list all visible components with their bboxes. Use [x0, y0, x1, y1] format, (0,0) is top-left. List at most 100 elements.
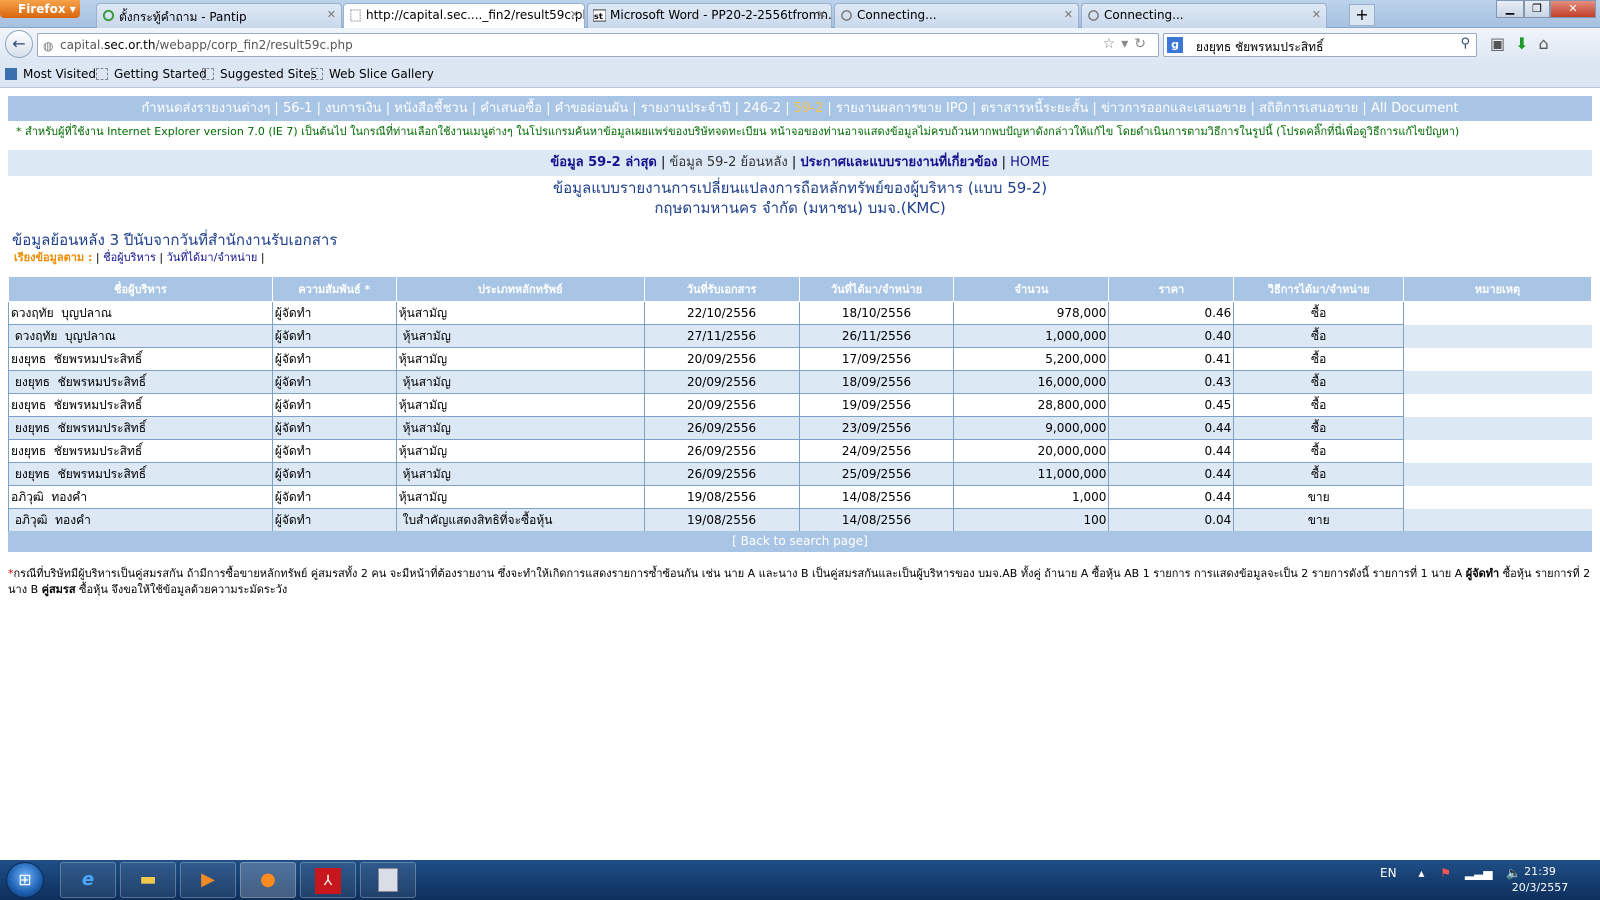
link-home[interactable]: HOME [1010, 155, 1049, 170]
cell-amount: 100 [953, 508, 1110, 532]
search-icon[interactable]: ⚲ [1460, 36, 1470, 51]
col-header-received[interactable]: วันที่รับเอกสาร [643, 276, 800, 302]
cell-amount: 1,000 [953, 485, 1110, 509]
clock-date: 20/3/2557 [1511, 881, 1569, 894]
top-menu-item[interactable]: ตราสารหนี้ระยะสั้น [981, 101, 1089, 116]
top-menu-item[interactable]: งบการเงิน [325, 101, 381, 116]
cell-method: ซื้อ [1233, 393, 1405, 417]
cell-amount: 9,000,000 [953, 416, 1110, 440]
cell-traded: 18/10/2556 [798, 301, 955, 325]
page-title-company: กฤษดามหานคร จำกัด (มหาชน) บมจ.(KMC) [654, 199, 946, 217]
search-engine-icon[interactable]: g [1167, 37, 1183, 53]
bookmark-suggested-sites[interactable]: Suggested Sites [202, 67, 317, 81]
col-header-amount[interactable]: จำนวน [953, 276, 1110, 302]
tab-word-doc[interactable]: st Microsoft Word - PP20-2-2556tfromn...… [587, 3, 832, 28]
action-center-icon[interactable]: ⚑ [1440, 866, 1451, 880]
taskbar-clock[interactable]: 21:39 20/3/2557 [1510, 864, 1570, 896]
bookmark-most-visited[interactable]: Most Visited [5, 67, 96, 81]
top-menu-item[interactable]: หนังสือชี้ชวน [394, 101, 467, 116]
address-bar[interactable]: ◍ capital.sec.or.th/webapp/corp_fin2/res… [37, 33, 1159, 57]
table-header-row: ชื่อผู้บริหาร ความสัมพันธ์ * ประเภทหลักท… [8, 276, 1592, 302]
close-icon[interactable]: ✕ [1312, 8, 1321, 21]
footnote-text-a: กรณีที่บริษัทมีผู้บริหารเป็นคู่สมรสกัน ถ… [13, 567, 1466, 580]
start-button[interactable]: ⊞ [6, 862, 44, 898]
cell-price: 0.40 [1108, 324, 1235, 348]
taskbar-acrobat[interactable]: ⅄ [300, 862, 356, 898]
col-header-name[interactable]: ชื่อผู้บริหาร [8, 276, 273, 302]
cell-price: 0.41 [1108, 347, 1235, 371]
network-icon[interactable]: ▂▃▅ [1465, 866, 1493, 880]
minimize-button[interactable]: ▁ [1496, 0, 1524, 18]
close-icon[interactable]: ✕ [1064, 8, 1073, 21]
top-menu-item[interactable]: สถิติการเสนอขาย [1259, 101, 1358, 116]
firefox-menu-button[interactable]: Firefox ▾ [0, 0, 80, 18]
top-menu-item[interactable]: คำเสนอซื้อ [480, 101, 542, 116]
close-icon[interactable]: ✕ [327, 8, 336, 21]
top-menu-item[interactable]: กำหนดส่งรายงานต่างๆ [141, 101, 270, 116]
addon-icon[interactable]: ▣ [1490, 34, 1515, 53]
col-header-type[interactable]: ประเภทหลักทรัพย์ [395, 276, 645, 302]
menu-separator: | [781, 101, 794, 116]
cell-relation: ผู้จัดทำ [271, 324, 397, 348]
close-window-button[interactable]: ✕ [1550, 0, 1596, 18]
back-button[interactable]: ← [5, 30, 33, 58]
col-header-method[interactable]: วิธีการได้มา/จำหน่าย [1233, 276, 1405, 302]
language-indicator[interactable]: EN [1380, 866, 1397, 880]
top-menu-item[interactable]: ข่าวการออกและเสนอขาย [1101, 101, 1246, 116]
top-menu-item[interactable]: 56-1 [283, 101, 313, 116]
taskbar-firefox[interactable]: ● [240, 862, 296, 898]
tab-result59c[interactable]: http://capital.sec...._fin2/result59c.ph… [343, 3, 585, 29]
bookmark-star-icon[interactable]: ☆ [1103, 36, 1122, 52]
cell-remark [1403, 462, 1592, 486]
top-menu-item[interactable]: รายงานประจำปี [641, 101, 731, 116]
tab-connecting-2[interactable]: Connecting... ✕ [1081, 3, 1327, 28]
tab-connecting-1[interactable]: Connecting... ✕ [834, 3, 1079, 28]
bookmark-web-slice-gallery[interactable]: Web Slice Gallery [311, 67, 434, 81]
col-header-traded[interactable]: วันที่ได้มา/จำหน่าย [798, 276, 955, 302]
top-menu-item[interactable]: 59-2 [794, 101, 824, 116]
cell-type: หุ้นสามัญ [395, 393, 645, 417]
cell-price: 0.46 [1108, 301, 1235, 325]
close-icon[interactable]: ✕ [570, 8, 579, 21]
download-icon[interactable]: ⬇ [1515, 34, 1538, 53]
bookmark-getting-started[interactable]: Getting Started [96, 67, 207, 81]
col-header-price[interactable]: ราคา [1108, 276, 1235, 302]
table-row: ยงยุทธ ชัยพรหมประสิทธิ์ ผู้จัดทำ หุ้นสามั… [8, 370, 1592, 394]
cell-type: หุ้นสามัญ [395, 416, 645, 440]
cell-traded: 18/09/2556 [798, 370, 955, 394]
top-menu-item[interactable]: คำขอผ่อนผัน [555, 101, 629, 116]
sort-by-date-link[interactable]: วันที่ได้มา/จำหน่าย [167, 251, 258, 264]
page-icon [96, 68, 108, 80]
back-to-search-link[interactable]: [ Back to search page] [732, 534, 868, 548]
dropdown-arrow-icon: ▾ [69, 2, 76, 16]
maximize-button[interactable]: ❐ [1524, 0, 1550, 18]
taskbar-media-player[interactable]: ▶ [180, 862, 236, 898]
search-input[interactable]: g ยงยุทธ ชัยพรหมประสิทธิ์ ⚲ [1163, 33, 1477, 57]
taskbar-explorer[interactable]: ▬ [120, 862, 176, 898]
col-header-remark[interactable]: หมายเหตุ [1403, 276, 1592, 302]
cell-remark [1403, 485, 1592, 509]
taskbar-ie[interactable]: e [60, 862, 116, 898]
new-tab-button[interactable]: + [1349, 4, 1375, 26]
url-action-icons[interactable]: ☆▾↻ [1103, 36, 1152, 52]
taskbar-calculator[interactable] [360, 862, 416, 898]
top-menu-item[interactable]: 246-2 [743, 101, 781, 116]
tab-pantip[interactable]: ตั้งกระทู้คำถาม - Pantip ✕ [96, 3, 342, 28]
link-latest-59-2[interactable]: ข้อมูล 59-2 ล่าสุด [550, 155, 656, 170]
dropdown-arrow-icon[interactable]: ▾ [1121, 36, 1134, 52]
top-menu-item[interactable]: รายงานผลการขาย IPO [836, 101, 968, 116]
sort-by-name-link[interactable]: ชื่อผู้บริหาร [103, 251, 156, 264]
top-menu-item[interactable]: All Document [1371, 101, 1459, 116]
tray-expand-icon[interactable]: ▴ [1418, 866, 1424, 880]
col-header-relation[interactable]: ความสัมพันธ์ * [271, 276, 397, 302]
close-icon[interactable]: ✕ [817, 8, 826, 21]
cell-traded: 25/09/2556 [798, 462, 955, 486]
home-icon[interactable]: ⌂ [1539, 34, 1559, 53]
link-history-59-2[interactable]: ข้อมูล 59-2 ย้อนหลัง [670, 155, 788, 170]
cell-received: 19/08/2556 [643, 485, 800, 509]
link-notices[interactable]: ประกาศและแบบรายงานที่เกี่ยวข้อง [800, 155, 997, 170]
cell-price: 0.44 [1108, 462, 1235, 486]
cell-name: อภิวุฒิ ทองคำ [8, 485, 273, 509]
ie-note[interactable]: * สำหรับผู้ที่ใช้งาน Internet Explorer v… [16, 122, 1596, 140]
reload-icon[interactable]: ↻ [1134, 36, 1152, 52]
